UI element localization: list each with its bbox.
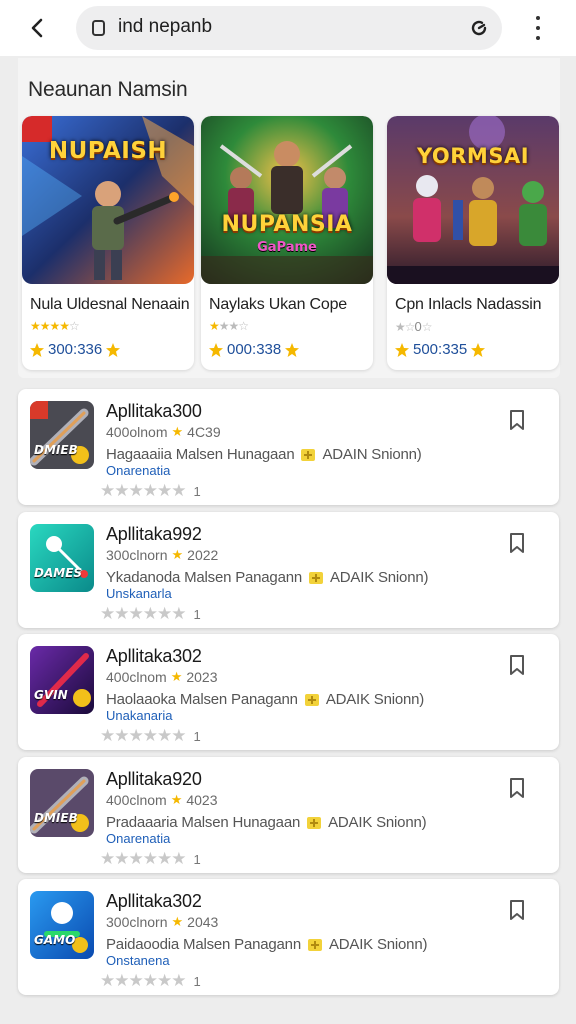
app-name: Apllitaka300: [106, 401, 202, 421]
star-rating: ★★★★★★ 1: [100, 849, 201, 868]
tab-square-icon: [92, 20, 105, 36]
icon-label: GVIN: [34, 688, 68, 702]
app-name: Apllitaka920: [106, 769, 202, 789]
browser-top-bar: ind nepanb: [0, 0, 576, 56]
coin-icon: [395, 342, 409, 357]
artwork-subtitle: GaPame: [257, 240, 317, 255]
app-icon: DMIEB: [30, 769, 94, 837]
featured-price: 000:338: [209, 341, 300, 358]
game-artwork: NUPAISH: [22, 116, 194, 284]
list-item[interactable]: DMIEB Apllitaka920 400clnom ★ 4023 Pradaaa…: [18, 757, 559, 873]
bookmark-icon[interactable]: [507, 777, 527, 799]
address-bar[interactable]: ind nepanb: [76, 6, 502, 50]
star-rating: ★★★★★★ 1: [100, 604, 201, 623]
star-icon: ★: [170, 792, 183, 807]
featured-section: Neaunan Namsin NUPAISH Nula Uldesnal Nen: [18, 58, 560, 378]
developer-link[interactable]: Unskanarla: [106, 586, 172, 601]
menu-dot-icon: [536, 16, 540, 20]
overflow-menu-button[interactable]: [524, 14, 552, 42]
featured-card[interactable]: NUPAISH Nula Uldesnal Nenaain ★★★★☆ 300:…: [22, 116, 194, 370]
star-icon: ★: [170, 669, 183, 684]
app-description: Ykadanoda Malsen Panagann ADAIK Snionn): [106, 569, 429, 586]
star-rating: ★★★☆: [209, 319, 249, 333]
app-description: Pradaaaria Malsen Hunagaan ADAIK Snionn): [106, 814, 427, 831]
featured-price: 300:336: [30, 341, 121, 358]
star-rating: ★★★★★★ 1: [100, 481, 201, 500]
star-icon: ★: [171, 424, 184, 439]
badge-icon: [301, 448, 316, 461]
featured-card[interactable]: NUPANSIA GaPame Naylaks Ukan Cope ★★★☆ 0…: [201, 116, 373, 370]
app-icon: DAMES: [30, 524, 94, 592]
icon-label: DMIEB: [34, 443, 78, 457]
developer-link[interactable]: Unakanaria: [106, 708, 173, 723]
app-meta: 400clnom ★ 2023: [106, 669, 218, 685]
featured-name: Naylaks Ukan Cope: [209, 296, 347, 313]
icon-label: DAMES: [34, 566, 83, 580]
list-item[interactable]: DAMES Apllitaka992 300clnorn ★ 2022 Ykadan…: [18, 512, 559, 628]
back-button[interactable]: [22, 12, 54, 44]
section-title: Neaunan Namsin: [28, 78, 188, 101]
coin-icon: [30, 342, 44, 357]
app-description: Hagaaaiia Malsen Hunagaan ADAIN Snionn): [106, 446, 422, 463]
address-text: ind nepanb: [118, 16, 213, 37]
list-item[interactable]: DMIEB Apllitaka300 400olnom ★ 4C39 Hagaaai…: [18, 389, 559, 505]
artwork-title: NUPAISH: [48, 138, 168, 164]
list-item[interactable]: GAMO Apllitaka302 300clnorn ★ 2043 Paidaoo…: [18, 879, 559, 995]
app-name: Apllitaka992: [106, 524, 202, 544]
app-name: Apllitaka302: [106, 891, 202, 911]
app-icon: GVIN: [30, 646, 94, 714]
app-meta: 400olnom ★ 4C39: [106, 424, 221, 440]
list-item[interactable]: GVIN Apllitaka302 400clnom ★ 2023 Haolaaok…: [18, 634, 559, 750]
game-artwork: NUPANSIA GaPame: [201, 116, 373, 284]
app-icon: GAMO: [30, 891, 94, 959]
developer-link[interactable]: Onarenatia: [106, 463, 170, 478]
app-meta: 300clnorn ★ 2043: [106, 914, 219, 930]
star-rating: ★★★★★★ 1: [100, 971, 201, 990]
featured-name: Cpn Inlacls Nadassin: [395, 296, 542, 313]
menu-dot-icon: [536, 26, 540, 30]
star-rating: ★★★★★★ 1: [100, 726, 201, 745]
star-rating: ★★★★☆: [30, 319, 80, 333]
badge-icon: [307, 938, 322, 951]
badge-icon: [309, 571, 323, 584]
coin-icon: [106, 342, 121, 357]
coin-icon: [285, 342, 300, 357]
star-rating: ★☆0☆: [395, 319, 433, 334]
badge-icon: [307, 816, 322, 829]
featured-card[interactable]: YORMSAI Cpn Inlacls Nadassin ★☆0☆ 500:33…: [387, 116, 559, 370]
artwork-title: YORMSAI: [416, 144, 530, 168]
bookmark-icon[interactable]: [507, 409, 527, 431]
icon-label: DMIEB: [34, 811, 78, 825]
app-meta: 400clnom ★ 4023: [106, 792, 218, 808]
coin-icon: [471, 342, 486, 357]
icon-label: GAMO: [34, 933, 76, 947]
menu-dot-icon: [536, 36, 540, 40]
bookmark-icon[interactable]: [507, 654, 527, 676]
badge-icon: [304, 693, 319, 706]
game-artwork: YORMSAI: [387, 116, 559, 284]
star-icon: ★: [171, 547, 184, 562]
featured-name: Nula Uldesnal Nenaain: [30, 296, 190, 313]
app-name: Apllitaka302: [106, 646, 202, 666]
bookmark-icon[interactable]: [507, 899, 527, 921]
app-meta: 300clnorn ★ 2022: [106, 547, 219, 563]
app-icon: DMIEB: [30, 401, 94, 469]
app-description: Paidaoodia Malsen Panagann ADAIK Snionn): [106, 936, 428, 953]
developer-link[interactable]: Onstanena: [106, 953, 170, 968]
featured-price: 500:335: [395, 341, 486, 358]
bookmark-icon[interactable]: [507, 532, 527, 554]
reload-icon[interactable]: [468, 17, 490, 39]
app-description: Haolaaoka Malsen Panagann ADAIK Snionn): [106, 691, 425, 708]
developer-link[interactable]: Onarenatia: [106, 831, 170, 846]
coin-icon: [209, 342, 223, 357]
artwork-title: NUPANSIA: [221, 212, 353, 237]
arrow-left-icon: [31, 18, 43, 38]
star-icon: ★: [171, 914, 184, 929]
